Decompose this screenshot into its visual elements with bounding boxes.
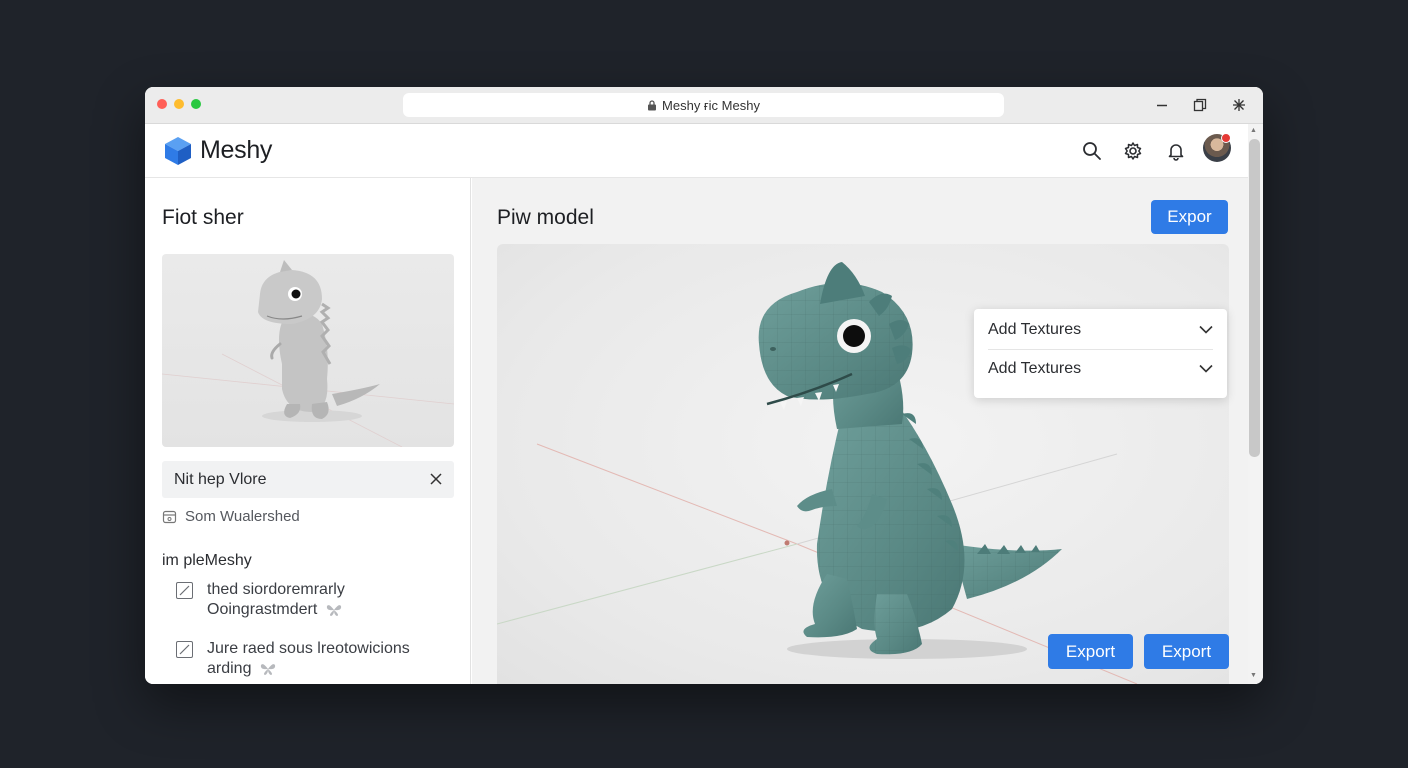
calendar-icon (162, 510, 177, 524)
butterfly-icon (327, 605, 342, 616)
dropdown-label: Add Textures (988, 360, 1082, 377)
export-top-button[interactable]: Expor (1151, 200, 1228, 234)
restore-icon[interactable] (1190, 95, 1210, 115)
checklist-item-2[interactable]: Jure raed sous lreotowicions arding (176, 639, 410, 679)
meshy-logo-icon[interactable] (163, 135, 193, 167)
search-icon[interactable] (1079, 138, 1105, 164)
scrollbar-thumb[interactable] (1249, 139, 1260, 457)
url-text: Meshy ғic Meshy (662, 97, 760, 113)
prompt-chip[interactable]: Nit hep Vlore (162, 461, 454, 498)
close-icon[interactable] (428, 471, 444, 487)
minimize-icon[interactable] (1152, 95, 1172, 115)
maximize-window-button[interactable] (191, 99, 201, 109)
minimize-window-button[interactable] (174, 99, 184, 109)
close-window-button[interactable] (157, 99, 167, 109)
checkbox[interactable] (176, 582, 193, 599)
app-header: Meshy (145, 124, 1248, 178)
export-button-2[interactable]: Export (1144, 634, 1229, 669)
scroll-down-arrow-icon[interactable]: ▼ (1250, 672, 1257, 679)
prompt-chip-text: Nit hep Vlore (174, 470, 267, 488)
meta-row: Som Wualershed (162, 508, 300, 525)
model-thumbnail[interactable] (162, 254, 454, 447)
lock-icon (648, 99, 657, 110)
left-panel-title: Fiot sher (162, 206, 244, 229)
add-textures-dropdown-1[interactable]: Add Textures (988, 311, 1213, 349)
checklist-item-line1: Jure raed sous lreotowicions (207, 640, 410, 657)
scroll-up-arrow-icon[interactable]: ▲ (1250, 127, 1257, 134)
checklist-item-line2: Ooingrastmdert (207, 601, 318, 618)
section-title: im pleMeshy (162, 552, 252, 569)
notification-bell-icon[interactable] (1163, 138, 1189, 164)
texture-dropdown-card: Add Textures Add Textures (974, 309, 1227, 398)
add-textures-dropdown-2[interactable]: Add Textures (988, 350, 1213, 388)
right-panel: Piw model Expor Add Textures Add Texture… (472, 178, 1248, 684)
address-bar[interactable]: Meshy ғic Meshy (403, 93, 1004, 117)
chevron-down-icon (1199, 325, 1213, 334)
checklist-item-line2: arding (207, 660, 252, 677)
meta-text: Som Wualershed (185, 508, 300, 525)
preview-title: Piw model (497, 206, 594, 229)
notification-badge (1221, 133, 1231, 143)
butterfly-icon (261, 664, 276, 675)
extension-icon[interactable] (1229, 95, 1249, 115)
browser-window: Meshy ғic Meshy Meshy ▲ ▼ Fiot sher Nit … (145, 87, 1263, 684)
export-button-1[interactable]: Export (1048, 634, 1133, 669)
dinosaur-thumbnail-image (162, 260, 454, 447)
browser-titlebar: Meshy ғic Meshy (145, 87, 1263, 124)
dropdown-label: Add Textures (988, 321, 1082, 338)
chevron-down-icon (1199, 364, 1213, 373)
checklist-item-1[interactable]: thed siordoremrarly Ooingrastmdert (176, 580, 345, 620)
checkbox[interactable] (176, 641, 193, 658)
left-panel: Fiot sher Nit hep Vlore Som Wualershed i… (145, 178, 471, 684)
checklist-item-line1: thed siordoremrarly (207, 581, 345, 598)
settings-gear-icon[interactable] (1120, 138, 1146, 164)
brand-name[interactable]: Meshy (200, 136, 272, 165)
